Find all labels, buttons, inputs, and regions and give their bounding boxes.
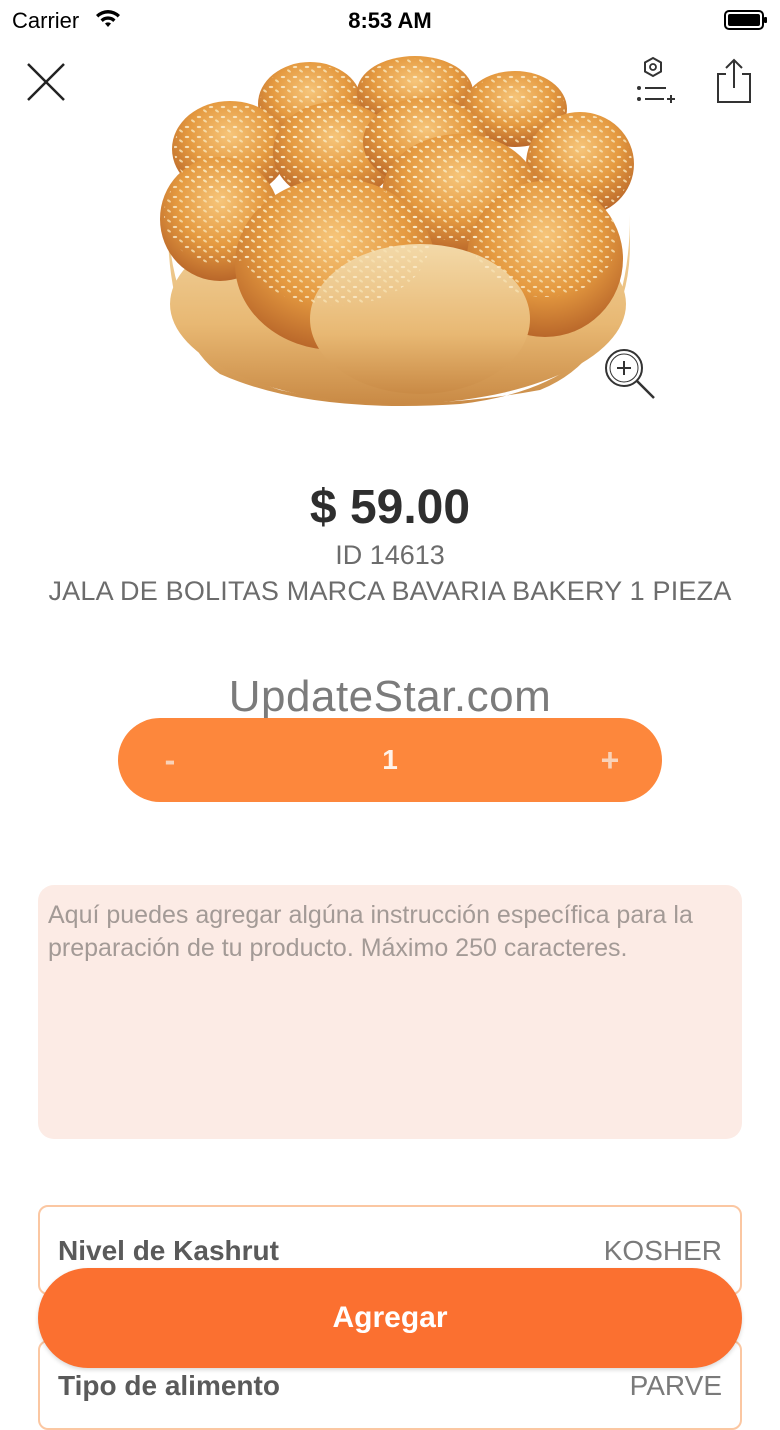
attribute-value: KOSHER xyxy=(603,1235,722,1266)
add-button[interactable]: Agregar xyxy=(38,1268,742,1368)
attribute-value: PARVE xyxy=(629,1370,722,1401)
watermark: UpdateStar.com xyxy=(228,672,552,721)
attribute-label: Nivel de Kashrut xyxy=(58,1235,279,1266)
battery-icon xyxy=(724,10,767,30)
zoom-icon[interactable] xyxy=(602,346,658,402)
product-price: $ 59.00 xyxy=(309,481,471,534)
bread-image xyxy=(160,56,634,406)
increase-button[interactable]: + xyxy=(580,718,640,802)
share-icon[interactable] xyxy=(712,56,756,106)
list-options-icon[interactable] xyxy=(630,56,676,106)
close-icon[interactable] xyxy=(22,58,70,106)
decrease-button[interactable]: - xyxy=(140,718,200,802)
instructions-field[interactable] xyxy=(38,885,742,1139)
status-bar: Carrier 8:53 AM xyxy=(0,0,780,40)
quantity-stepper: 1 - + xyxy=(118,718,662,802)
product-id: ID 14613 xyxy=(335,540,445,570)
clock: 8:53 AM xyxy=(348,8,432,33)
product-name: JALA DE BOLITAS MARCA BAVARIA BAKERY 1 P… xyxy=(48,576,732,606)
attribute-label: Tipo de alimento xyxy=(58,1370,280,1401)
